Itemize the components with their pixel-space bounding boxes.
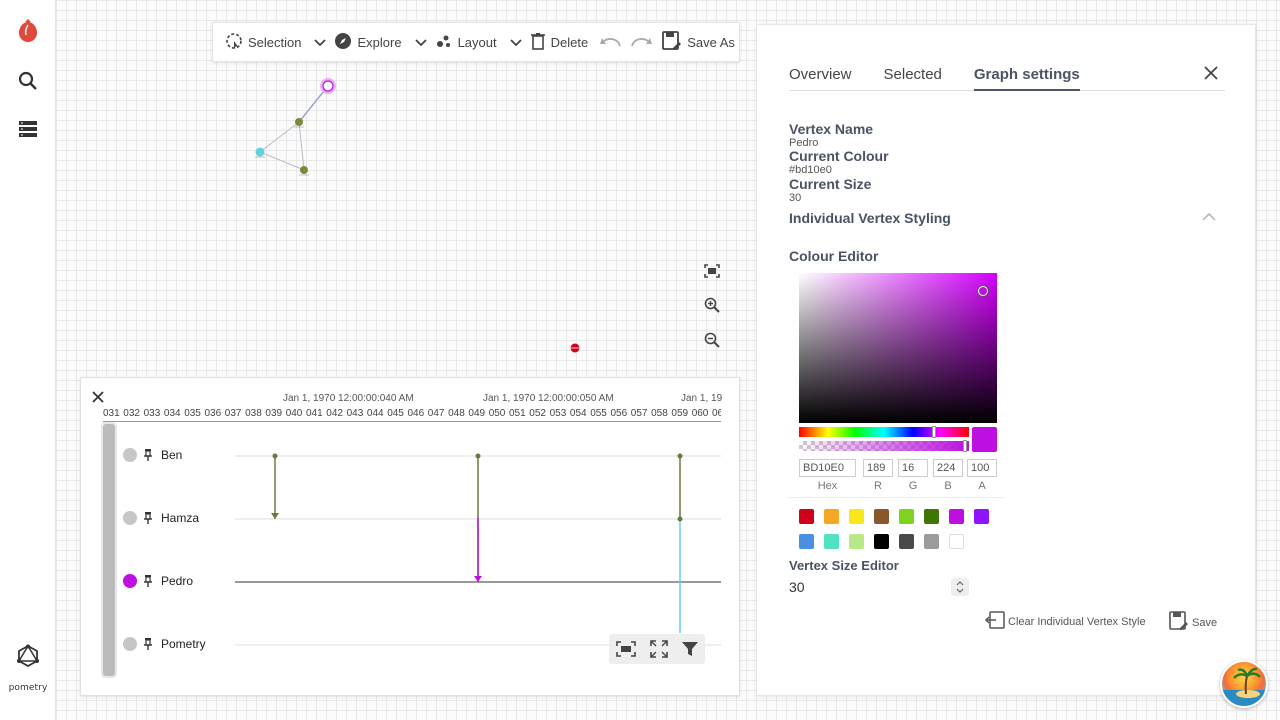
- saturation-handle[interactable]: [978, 286, 988, 296]
- swatch-black[interactable]: [874, 534, 889, 549]
- settings-panel: Overview Selected Graph settings Vertex …: [756, 24, 1256, 696]
- g-input[interactable]: 16: [898, 459, 928, 477]
- swatch-magenta[interactable]: [949, 509, 964, 524]
- divider: [787, 497, 1005, 498]
- swatch-dark-green[interactable]: [924, 509, 939, 524]
- swatch-lime[interactable]: [899, 509, 914, 524]
- g-label: G: [908, 480, 918, 492]
- colour-preview: [972, 427, 997, 452]
- size-input[interactable]: 30: [789, 577, 971, 599]
- size-editor-label: Vertex Size Editor: [789, 558, 899, 573]
- left-sidebar: pometry: [0, 0, 56, 720]
- clear-style-icon: [984, 611, 1005, 632]
- swatch-blue[interactable]: [799, 534, 814, 549]
- swatch-orange[interactable]: [824, 509, 839, 524]
- alpha-slider-handle[interactable]: [963, 440, 967, 452]
- hue-slider[interactable]: [799, 426, 969, 438]
- fullscreen-icon[interactable]: [650, 640, 668, 658]
- clear-style-label: Clear Individual Vertex Style: [1008, 615, 1146, 628]
- timeline-row-pedro[interactable]: Pedro: [123, 571, 193, 591]
- swatch-brown[interactable]: [874, 509, 889, 524]
- size-stepper[interactable]: [951, 578, 969, 596]
- timeline-row-label: Hamza: [161, 511, 200, 525]
- zoom-out-button[interactable]: [702, 332, 722, 352]
- tab-overview[interactable]: Overview: [789, 63, 852, 91]
- r-input[interactable]: 189: [863, 459, 893, 477]
- a-input[interactable]: 100: [967, 459, 997, 477]
- timeline-row-ben[interactable]: Ben: [123, 445, 182, 465]
- panel-tabs: Overview Selected Graph settings: [789, 63, 1225, 91]
- current-size-label: Current Size: [789, 176, 872, 192]
- timeline-tools: [609, 634, 705, 664]
- current-colour-value: #bd10e0: [789, 164, 832, 176]
- timeline-panel: Jan 1, 1970 12:00:00:040 AM Jan 1, 1970 …: [80, 377, 740, 696]
- fit-screen-icon: [704, 263, 720, 282]
- pin-icon[interactable]: [143, 511, 153, 525]
- saturation-picker[interactable]: [799, 273, 997, 423]
- swatch-yellow[interactable]: [849, 509, 864, 524]
- graph-view[interactable]: [56, 0, 756, 380]
- pin-icon[interactable]: [143, 574, 153, 588]
- chevron-up-icon[interactable]: [1201, 211, 1217, 223]
- b-input[interactable]: 224: [933, 459, 963, 477]
- alpha-slider[interactable]: [799, 440, 969, 452]
- swatch-light-green[interactable]: [849, 534, 864, 549]
- individual-styling-header[interactable]: Individual Vertex Styling: [789, 210, 951, 226]
- filter-icon[interactable]: [682, 641, 698, 657]
- current-size-value: 30: [789, 192, 802, 204]
- swatch-white[interactable]: [949, 534, 964, 549]
- database-list-icon[interactable]: [16, 117, 40, 141]
- hex-label: Hex: [817, 480, 838, 492]
- a-label: A: [978, 480, 986, 492]
- timeline-row-hamza[interactable]: Hamza: [123, 508, 199, 528]
- fit-view-button[interactable]: [702, 262, 722, 282]
- search-icon[interactable]: [16, 69, 40, 93]
- vertex-color-dot: [123, 511, 137, 525]
- tab-graph-settings[interactable]: Graph settings: [973, 63, 1080, 91]
- vertex-pedro[interactable]: [320, 78, 336, 94]
- vertex-name-label: Vertex Name: [789, 121, 874, 137]
- hue-slider-handle[interactable]: [932, 426, 936, 438]
- timeline-row-label: Pedro: [161, 574, 194, 588]
- palm-tree-icon: [1222, 667, 1266, 706]
- zoom-in-button[interactable]: [702, 297, 722, 317]
- zoom-in-icon: [704, 297, 720, 317]
- timeline-row-pometry[interactable]: Pometry: [123, 634, 206, 654]
- swatch-gray[interactable]: [924, 534, 939, 549]
- swatch-teal[interactable]: [824, 534, 839, 549]
- colour-editor-label: Colour Editor: [789, 248, 879, 264]
- timeline-row-label: Pometry: [161, 637, 206, 651]
- pin-icon[interactable]: [143, 448, 153, 462]
- vertex-pometry[interactable]: [299, 166, 309, 176]
- clear-style-button[interactable]: Clear Individual Vertex Style: [984, 611, 1146, 632]
- stepper-arrows-icon: [956, 581, 964, 593]
- swatch-purple[interactable]: [974, 509, 989, 524]
- swatch-dark-gray[interactable]: [899, 534, 914, 549]
- vertex-color-dot: [123, 637, 137, 651]
- tab-selected[interactable]: Selected: [884, 63, 942, 91]
- save-icon: [1169, 611, 1189, 634]
- close-icon[interactable]: [1203, 65, 1219, 81]
- pometry-logo-icon[interactable]: [16, 19, 40, 43]
- vertex-isolated[interactable]: [570, 343, 580, 353]
- save-label: Save: [1192, 616, 1218, 629]
- user-avatar[interactable]: [1220, 660, 1268, 708]
- vertex-color-dot: [123, 574, 137, 588]
- vertex-hamza[interactable]: [294, 118, 304, 128]
- fit-screen-icon[interactable]: [616, 641, 636, 657]
- vertex-color-dot: [123, 448, 137, 462]
- brand-wordmark: pometry: [8, 683, 48, 693]
- zoom-out-icon: [704, 332, 720, 352]
- current-colour-label: Current Colour: [789, 148, 889, 164]
- graph-network-icon[interactable]: [16, 644, 40, 668]
- r-label: R: [874, 480, 882, 492]
- pin-icon[interactable]: [143, 637, 153, 651]
- save-button[interactable]: Save: [1169, 611, 1217, 634]
- hex-input[interactable]: BD10E0: [799, 459, 856, 477]
- b-label: B: [944, 480, 952, 492]
- swatch-red[interactable]: [799, 509, 814, 524]
- timeline-row-label: Ben: [161, 448, 183, 462]
